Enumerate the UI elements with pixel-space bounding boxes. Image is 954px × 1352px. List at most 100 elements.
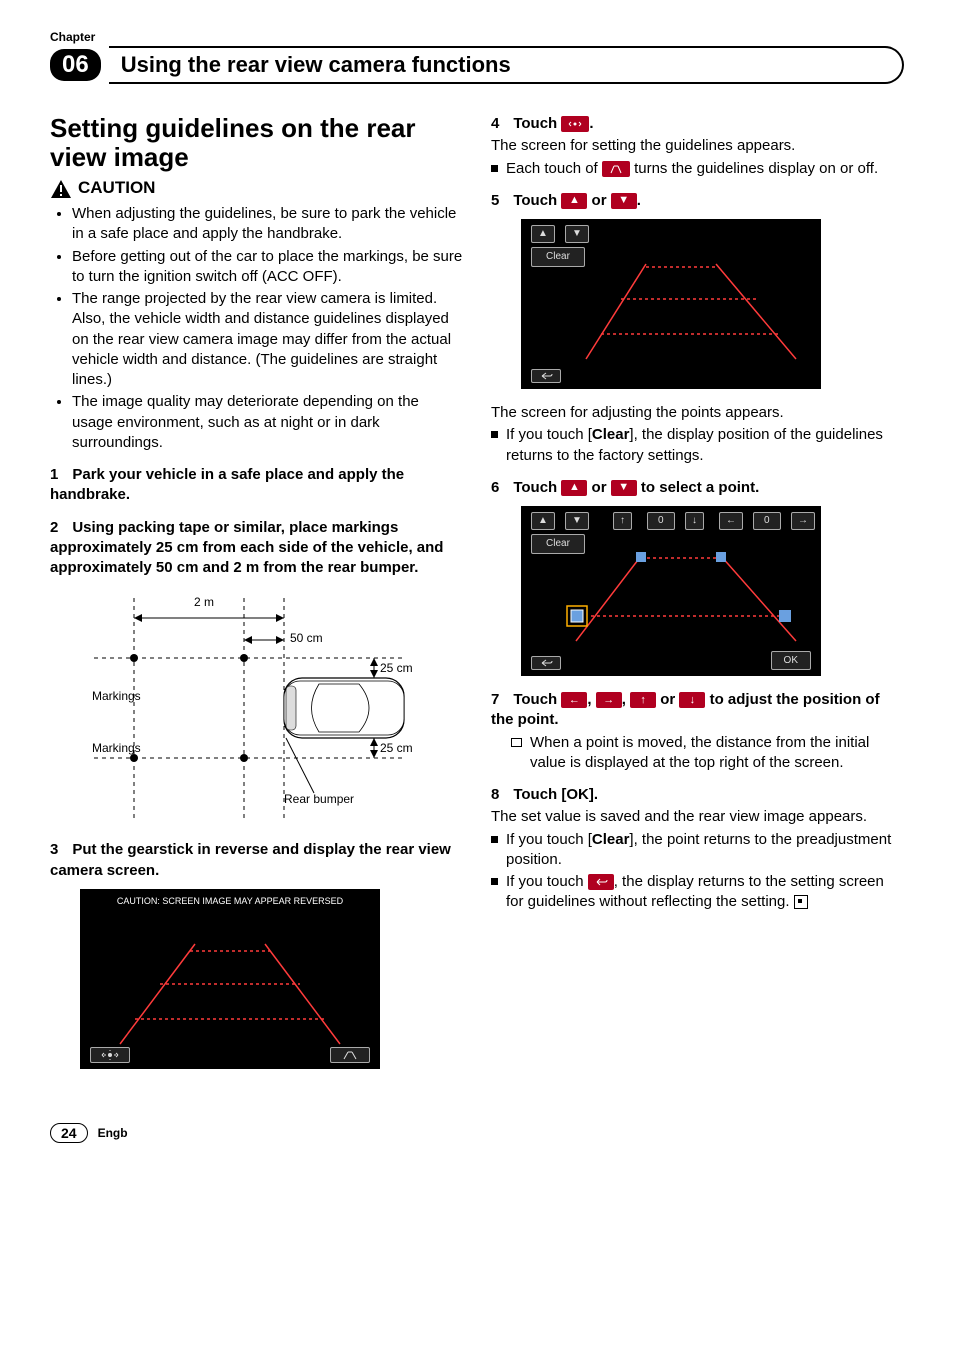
- list-item: Before getting out of the car to place t…: [72, 247, 463, 288]
- step-text-pre: Touch: [513, 691, 561, 708]
- guideline-adjust-icon: [561, 116, 589, 132]
- chapter-number: 06: [50, 49, 101, 81]
- step-number: 1: [50, 466, 58, 483]
- chapter-label: Chapter: [50, 30, 904, 44]
- step-number: 7: [491, 691, 499, 708]
- diagram-label-25cm-b: 25 cm: [380, 740, 413, 756]
- step-4-bullet: Each touch of turns the guidelines displ…: [491, 159, 904, 179]
- guideline-adjust-button[interactable]: [90, 1047, 130, 1063]
- clear-button[interactable]: Clear: [531, 534, 585, 554]
- step-text-pre: Touch: [513, 115, 561, 132]
- arrow-left-button[interactable]: ←: [719, 512, 743, 530]
- step-6: 6Touch ▲ or ▼ to select a point.: [491, 478, 904, 498]
- list-item: When adjusting the guidelines, be sure t…: [72, 204, 463, 245]
- warning-icon: [50, 179, 72, 199]
- note-text: When a point is moved, the distance from…: [530, 733, 904, 774]
- step-text-or: or: [587, 192, 610, 209]
- section-title: Setting guidelines on the rear view imag…: [50, 114, 463, 171]
- step-text-post: .: [637, 192, 641, 209]
- rear-view-screen-3: ▲ ▼ ↑ 0 ↓ ← 0 → Clear OK: [521, 506, 821, 676]
- step-3: 3Put the gearstick in reverse and displa…: [50, 840, 463, 881]
- marking-diagram: 2 m 50 cm 25 cm 25 cm Markings Markings …: [74, 588, 414, 828]
- step-text: Using packing tape or similar, place mar…: [50, 519, 443, 577]
- step-text: Park your vehicle in a safe place and ap…: [50, 466, 404, 503]
- step-8-bullet-1: If you touch [Clear], the point returns …: [491, 830, 904, 871]
- back-button[interactable]: [531, 656, 561, 670]
- triangle-down-button[interactable]: ▼: [565, 512, 589, 530]
- clear-label: Clear: [592, 831, 630, 848]
- chapter-title: Using the rear view camera functions: [121, 52, 511, 78]
- triangle-down-button[interactable]: ▼: [565, 225, 589, 243]
- step-text-or: or: [587, 479, 610, 496]
- step-2: 2Using packing tape or similar, place ma…: [50, 518, 463, 579]
- triangle-up-button[interactable]: ▲: [531, 225, 555, 243]
- step-number: 2: [50, 519, 58, 536]
- diagram-label-markings-1: Markings: [92, 688, 141, 704]
- step-text-pre: Touch: [513, 192, 561, 209]
- arrow-up-button[interactable]: ↑: [613, 512, 632, 530]
- step-8-body: The set value is saved and the rear view…: [491, 807, 904, 827]
- ok-button[interactable]: OK: [771, 651, 811, 671]
- step-7: 7Touch ←, →, ↑ or ↓ to adjust the positi…: [491, 690, 904, 731]
- step-5-bullet: If you touch [Clear], the display positi…: [491, 425, 904, 466]
- triangle-up-icon: ▲: [561, 480, 587, 496]
- chapter-header: 06 Using the rear view camera functions: [50, 46, 904, 84]
- arrow-right-icon: →: [596, 692, 622, 708]
- step-4: 4 Touch .: [491, 114, 904, 134]
- right-column: 4 Touch . The screen for setting the guid…: [491, 114, 904, 1083]
- bullet-text-post: turns the guidelines display on or off.: [630, 160, 878, 177]
- diagram-label-25cm-a: 25 cm: [380, 660, 413, 676]
- step-8-bullet-2: If you touch , the display returns to th…: [491, 872, 904, 913]
- language-code: Engb: [98, 1126, 128, 1140]
- step-number: 4: [491, 115, 499, 132]
- clear-button[interactable]: Clear: [531, 247, 585, 267]
- page-footer: 24 Engb: [50, 1123, 904, 1143]
- arrow-right-button[interactable]: →: [791, 512, 815, 530]
- step-5-body: The screen for adjusting the points appe…: [491, 403, 904, 423]
- caution-heading: CAUTION: [50, 177, 463, 200]
- guideline-toggle-button[interactable]: [330, 1047, 370, 1063]
- list-item: The image quality may deteriorate depend…: [72, 392, 463, 453]
- bullet-text-pre: Each touch of: [506, 160, 602, 177]
- rear-view-screen-2: ▲ ▼ Clear: [521, 219, 821, 389]
- step-number: 3: [50, 841, 58, 858]
- page-number: 24: [50, 1123, 88, 1143]
- bullet-text-pre: If you touch [: [506, 831, 592, 848]
- back-button[interactable]: [531, 369, 561, 383]
- step-text-post: .: [589, 115, 593, 132]
- arrow-up-icon: ↑: [630, 692, 656, 708]
- diagram-label-50cm: 50 cm: [290, 630, 323, 646]
- square-bullet-icon: [491, 836, 498, 843]
- zero-value: 0: [753, 512, 781, 530]
- step-text-or: or: [656, 691, 679, 708]
- step-number: 5: [491, 192, 499, 209]
- bullet-text-pre: If you touch: [506, 873, 588, 890]
- step-5: 5Touch ▲ or ▼.: [491, 191, 904, 211]
- rear-view-screen-1: CAUTION: SCREEN IMAGE MAY APPEAR REVERSE…: [80, 889, 380, 1069]
- chapter-title-bar: Using the rear view camera functions: [109, 46, 904, 84]
- step-4-body: The screen for setting the guidelines ap…: [491, 136, 904, 156]
- bullet-text-pre: If you touch [: [506, 426, 592, 443]
- square-bullet-icon: [491, 165, 498, 172]
- step-text-c1: ,: [587, 691, 595, 708]
- triangle-up-button[interactable]: ▲: [531, 512, 555, 530]
- step-text: Put the gearstick in reverse and display…: [50, 841, 451, 878]
- step-text: Touch [OK].: [513, 786, 598, 803]
- diagram-label-2m: 2 m: [194, 594, 214, 610]
- arrow-left-icon: ←: [561, 692, 587, 708]
- square-bullet-icon: [491, 878, 498, 885]
- back-icon: [588, 874, 614, 890]
- step-number: 6: [491, 479, 499, 496]
- arrow-down-button[interactable]: ↓: [685, 512, 704, 530]
- hollow-bullet-icon: [511, 738, 522, 747]
- square-bullet-icon: [491, 431, 498, 438]
- step-7-note: When a point is moved, the distance from…: [511, 733, 904, 774]
- diagram-label-markings-2: Markings: [92, 740, 141, 756]
- caution-list: When adjusting the guidelines, be sure t…: [50, 204, 463, 453]
- arrow-down-icon: ↓: [679, 692, 705, 708]
- guideline-toggle-icon: [602, 161, 630, 177]
- diagram-label-rear-bumper: Rear bumper: [284, 791, 354, 807]
- triangle-down-icon: ▼: [611, 480, 637, 496]
- clear-label: Clear: [592, 426, 630, 443]
- step-1: 1Park your vehicle in a safe place and a…: [50, 465, 463, 506]
